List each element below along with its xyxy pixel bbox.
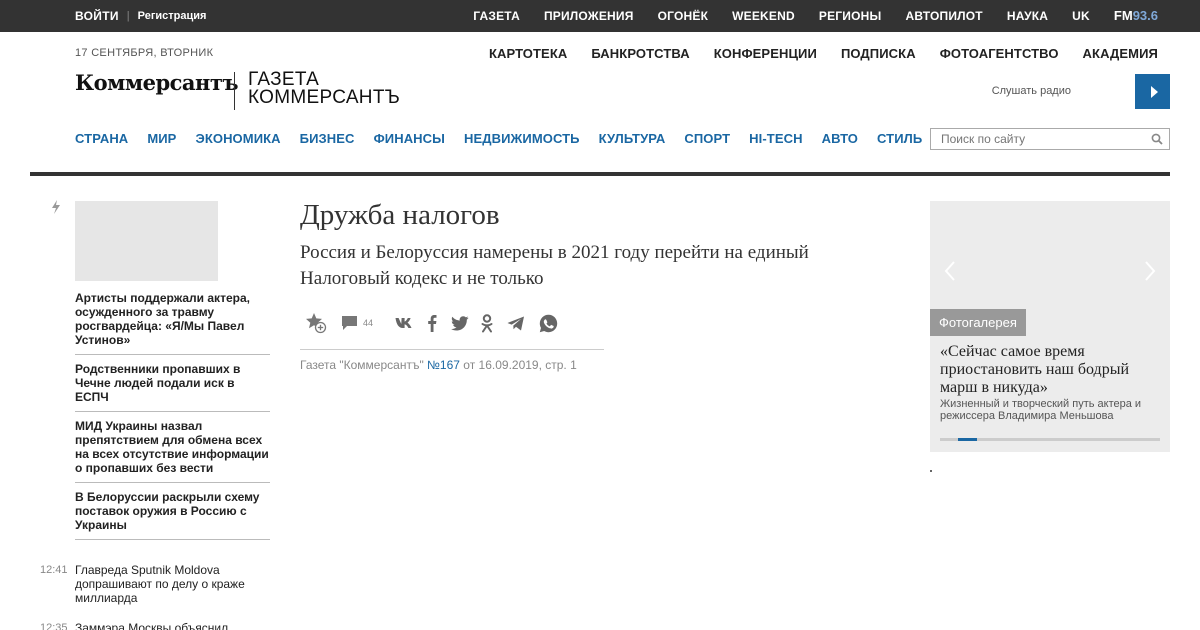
logo-divider	[234, 72, 235, 110]
site-logo[interactable]: Коммерсантъ	[75, 70, 239, 95]
news-text: Заммэра Москвы объяснил	[75, 621, 229, 630]
rubric-world[interactable]: МИР	[147, 131, 176, 146]
whatsapp-icon[interactable]	[539, 314, 558, 333]
article-title: Дружба налогов	[300, 199, 500, 231]
lightning-icon	[52, 200, 60, 214]
fm-prefix: FM	[1113, 8, 1133, 23]
gallery-marker	[930, 470, 932, 472]
article-subtitle: Россия и Белоруссия намерены в 2021 году…	[300, 242, 809, 289]
rubric-realty[interactable]: НЕДВИЖИМОСТЬ	[464, 131, 580, 146]
section-nav-bankruptcy[interactable]: БАНКРОТСТВА	[591, 46, 689, 61]
top-nav-regions[interactable]: РЕГИОНЫ	[819, 9, 882, 24]
top-bar: ВОЙТИ | Регистрация ГАЗЕТА ПРИЛОЖЕНИЯ ОГ…	[0, 0, 1200, 32]
rubric-culture[interactable]: КУЛЬТУРА	[599, 131, 666, 146]
article-rule	[300, 349, 604, 350]
current-date: 17 СЕНТЯБРЯ, ВТОРНИК	[75, 47, 214, 59]
fm-frequency: 93.6	[1132, 8, 1158, 23]
top-nav-uk[interactable]: UK	[1072, 9, 1090, 24]
comments-icon[interactable]	[341, 315, 358, 331]
section-nav-conferences[interactable]: КОНФЕРЕНЦИИ	[714, 46, 817, 61]
favorite-star-icon[interactable]	[305, 312, 327, 334]
source-name: Газета "Коммерсантъ"	[300, 358, 424, 372]
newspaper-logo-line2: КОММЕРСАНТЪ	[248, 87, 401, 108]
auth-separator: |	[126, 10, 130, 22]
rubric-sport[interactable]: СПОРТ	[684, 131, 730, 146]
news-item[interactable]: Артисты поддержали актера, осужденного з…	[75, 291, 270, 355]
timed-news-item[interactable]: 12:35 Заммэра Москвы объяснил	[30, 621, 270, 630]
news-item[interactable]: В Белоруссии раскрыли схему поставок ору…	[75, 490, 270, 540]
news-text: Главреда Sputnik Moldova допрашивают по …	[75, 563, 245, 605]
rubric-auto[interactable]: АВТО	[822, 131, 858, 146]
issue-link[interactable]: №167	[427, 358, 460, 372]
play-icon	[1150, 85, 1158, 98]
gallery-title[interactable]: «Сейчас самое время приостановить наш бо…	[940, 343, 1162, 397]
top-nav-ogonek[interactable]: ОГОНЁК	[658, 9, 709, 24]
news-time: 12:41	[40, 564, 68, 576]
gallery-progress[interactable]	[940, 438, 1160, 441]
share-bar: 44	[305, 312, 558, 334]
top-nav-weekend[interactable]: WEEKEND	[732, 9, 795, 24]
section-nav: КАРТОТЕКА БАНКРОТСТВА КОНФЕРЕНЦИИ ПОДПИС…	[465, 46, 1158, 61]
gallery-progress-fill	[958, 438, 977, 441]
rubric-business[interactable]: БИЗНЕС	[300, 131, 355, 146]
timed-news-item[interactable]: 12:41 Главреда Sputnik Moldova допрашива…	[30, 563, 270, 605]
rubric-hitech[interactable]: HI-TECH	[749, 131, 802, 146]
rubric-nav: СТРАНА МИР ЭКОНОМИКА БИЗНЕС ФИНАНСЫ НЕДВ…	[75, 131, 941, 146]
top-nav-science[interactable]: НАУКА	[1007, 9, 1048, 24]
login-link[interactable]: ВОЙТИ	[75, 9, 119, 23]
search-box	[930, 128, 1170, 150]
vk-icon[interactable]	[395, 317, 415, 329]
section-nav-subscription[interactable]: ПОДПИСКА	[841, 46, 916, 61]
section-nav-photoagency[interactable]: ФОТОАГЕНТСТВО	[940, 46, 1059, 61]
search-icon[interactable]	[1151, 133, 1163, 145]
top-nav-apps[interactable]: ПРИЛОЖЕНИЯ	[544, 9, 634, 24]
top-nav: ГАЗЕТА ПРИЛОЖЕНИЯ ОГОНЁК WEEKEND РЕГИОНЫ…	[449, 8, 1158, 24]
source-date: от 16.09.2019, стр. 1	[463, 358, 577, 372]
top-nav-autopilot[interactable]: АВТОПИЛОТ	[905, 9, 982, 24]
play-radio-button[interactable]	[1135, 74, 1170, 109]
header-rule	[30, 172, 1170, 176]
twitter-icon[interactable]	[451, 315, 469, 331]
top-nav-gazeta[interactable]: ГАЗЕТА	[473, 9, 520, 24]
auth-links: ВОЙТИ | Регистрация	[75, 9, 206, 23]
rubric-economy[interactable]: ЭКОНОМИКА	[195, 131, 280, 146]
odnoklassniki-icon[interactable]	[481, 313, 493, 333]
news-item[interactable]: МИД Украины назвал препятствием для обме…	[75, 419, 270, 483]
article-source: Газета "Коммерсантъ" №167 от 16.09.2019,…	[300, 358, 577, 372]
gallery-description: Жизненный и творческий путь актера и реж…	[940, 398, 1142, 422]
photo-gallery[interactable]: Фотогалерея «Сейчас самое время приостан…	[930, 201, 1170, 452]
news-item[interactable]: Родственники пропавших в Чечне людей под…	[75, 362, 270, 412]
chevron-right-icon[interactable]	[1143, 261, 1157, 281]
rubric-style[interactable]: СТИЛЬ	[877, 131, 922, 146]
listen-radio-label: Слушать радио	[991, 85, 1071, 97]
comments-count[interactable]: 44	[363, 318, 373, 328]
news-feed: Артисты поддержали актера, осужденного з…	[75, 291, 270, 547]
facebook-icon[interactable]	[427, 314, 437, 332]
chevron-left-icon[interactable]	[943, 261, 957, 281]
register-link[interactable]: Регистрация	[138, 10, 207, 22]
news-time: 12:35	[40, 622, 68, 630]
rubric-country[interactable]: СТРАНА	[75, 131, 128, 146]
section-nav-academy[interactable]: АКАДЕМИЯ	[1083, 46, 1158, 61]
fm-radio-link[interactable]: FM93.6	[1114, 8, 1158, 23]
search-input[interactable]	[931, 129, 1141, 149]
section-nav-kartoteka[interactable]: КАРТОТЕКА	[489, 46, 567, 61]
news-thumbnail[interactable]	[75, 201, 218, 281]
rubric-finance[interactable]: ФИНАНСЫ	[374, 131, 445, 146]
telegram-icon[interactable]	[507, 316, 525, 331]
gallery-badge[interactable]: Фотогалерея	[930, 309, 1026, 336]
newspaper-logo[interactable]: ГАЗЕТА КОММЕРСАНТЪ	[248, 70, 401, 108]
